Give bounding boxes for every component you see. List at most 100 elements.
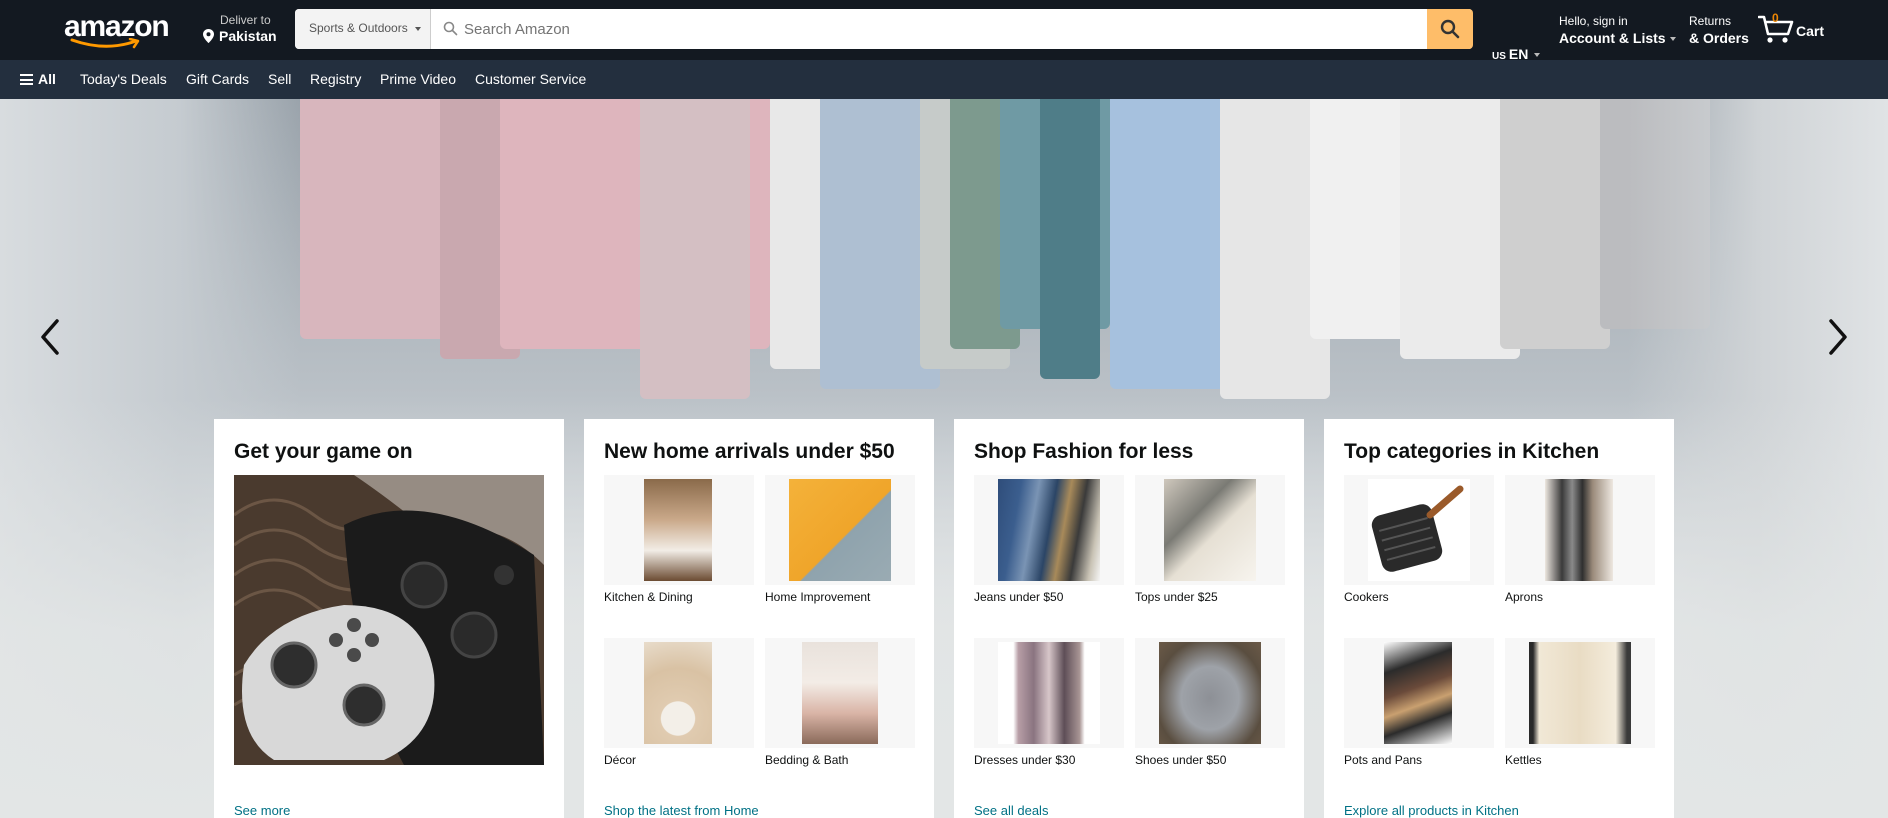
cart-count: 0 bbox=[1772, 11, 1779, 25]
tile-kettles-image bbox=[1505, 638, 1655, 748]
tile-label: Pots and Pans bbox=[1344, 753, 1423, 767]
tile-aprons[interactable]: Aprons bbox=[1505, 475, 1655, 604]
card-title: Get your game on bbox=[234, 440, 413, 463]
game-controller-illustration bbox=[234, 475, 544, 765]
search-category-label: Sports & Outdoors bbox=[309, 21, 408, 35]
nav-gift-cards[interactable]: Gift Cards bbox=[186, 71, 249, 87]
tops-image bbox=[1164, 479, 1256, 581]
orders-label: & Orders bbox=[1689, 30, 1749, 46]
amazon-logo[interactable]: amazon bbox=[62, 10, 170, 50]
apron-image bbox=[1545, 479, 1613, 581]
chevron-down-icon bbox=[1534, 53, 1541, 58]
card-link-shop-home[interactable]: Shop the latest from Home bbox=[604, 803, 759, 818]
search-input[interactable] bbox=[432, 9, 1415, 49]
tile-label: Dresses under $30 bbox=[974, 753, 1076, 767]
tile-label: Home Improvement bbox=[765, 590, 871, 604]
deliver-label: Deliver to bbox=[220, 13, 271, 27]
card-kitchen: Top categories in Kitchen Cookers Aprons… bbox=[1324, 419, 1674, 818]
tile-pots-pans[interactable]: Pots and Pans bbox=[1344, 638, 1494, 767]
nav-sell[interactable]: Sell bbox=[268, 71, 291, 87]
tile-label: Shoes under $50 bbox=[1135, 753, 1227, 767]
knife-set-image bbox=[1384, 642, 1452, 744]
tile-dresses-image bbox=[974, 638, 1124, 748]
returns-label: Returns bbox=[1689, 14, 1732, 28]
tile-dresses[interactable]: Dresses under $30 bbox=[974, 638, 1124, 767]
tile-aprons-image bbox=[1505, 475, 1655, 585]
search-category-dropdown[interactable]: Sports & Outdoors bbox=[295, 9, 431, 49]
card-link-see-all-deals[interactable]: See all deals bbox=[974, 803, 1048, 818]
tile-pots-pans-image bbox=[1344, 638, 1494, 748]
tile-label: Tops under $25 bbox=[1135, 590, 1218, 604]
tile-bedding-bath[interactable]: Bedding & Bath bbox=[765, 638, 915, 767]
tile-jeans[interactable]: Jeans under $50 bbox=[974, 475, 1124, 604]
deliver-country: Pakistan bbox=[219, 28, 277, 44]
card-title: New home arrivals under $50 bbox=[604, 440, 895, 463]
tile-kitchen-dining[interactable]: Kitchen & Dining bbox=[604, 475, 754, 604]
dresses-image bbox=[998, 642, 1100, 744]
search-button[interactable] bbox=[1427, 9, 1471, 49]
card-home-arrivals: New home arrivals under $50 Kitchen & Di… bbox=[584, 419, 934, 818]
logo-smile-icon bbox=[70, 38, 140, 49]
tile-home-improvement[interactable]: Home Improvement bbox=[765, 475, 915, 604]
jeans-image bbox=[998, 479, 1100, 581]
card-link-explore-kitchen[interactable]: Explore all products in Kitchen bbox=[1344, 803, 1519, 818]
game-controller-image[interactable] bbox=[234, 475, 544, 765]
chevron-down-icon bbox=[415, 27, 421, 31]
search-icon bbox=[1440, 19, 1460, 39]
tile-label: Bedding & Bath bbox=[765, 753, 849, 767]
tile-cookers-image bbox=[1344, 475, 1494, 585]
tile-cookers[interactable]: Cookers bbox=[1344, 475, 1494, 604]
tile-label: Jeans under $50 bbox=[974, 590, 1064, 604]
account-lists[interactable]: Hello, sign in Account & Lists bbox=[1559, 14, 1676, 46]
tile-jeans-image bbox=[974, 475, 1124, 585]
nav-registry[interactable]: Registry bbox=[310, 71, 361, 87]
tile-decor-image bbox=[604, 638, 754, 748]
card-fashion: Shop Fashion for less Jeans under $50 To… bbox=[954, 419, 1304, 818]
cart-button[interactable]: 0 Cart bbox=[1758, 10, 1838, 50]
tile-shoes-image bbox=[1135, 638, 1285, 748]
chevron-left-icon bbox=[41, 319, 59, 355]
chevron-right-icon bbox=[1829, 319, 1847, 355]
hamburger-icon bbox=[20, 74, 33, 85]
carousel-prev-button[interactable] bbox=[30, 307, 70, 367]
secondary-nav-bar: All Today's Deals Gift Cards Sell Regist… bbox=[0, 60, 1888, 99]
tile-label: Décor bbox=[604, 753, 637, 767]
tile-label: Kettles bbox=[1505, 753, 1542, 767]
account-lists-row: Account & Lists bbox=[1559, 30, 1676, 46]
carousel-next-button[interactable] bbox=[1818, 307, 1858, 367]
shoes-image bbox=[1159, 642, 1261, 744]
top-nav-bar: amazon Deliver to Pakistan Sports & Outd… bbox=[0, 0, 1888, 62]
tile-shoes[interactable]: Shoes under $50 bbox=[1135, 638, 1285, 767]
kettle-image bbox=[1529, 642, 1631, 744]
nav-todays-deals[interactable]: Today's Deals bbox=[80, 71, 167, 87]
chevron-down-icon bbox=[1669, 37, 1676, 42]
cart-label: Cart bbox=[1796, 23, 1825, 39]
tile-home-improvement-image bbox=[765, 475, 915, 585]
tile-tops[interactable]: Tops under $25 bbox=[1135, 475, 1285, 604]
tile-kettles[interactable]: Kettles bbox=[1505, 638, 1655, 767]
tile-decor[interactable]: Décor bbox=[604, 638, 754, 767]
tile-label: Kitchen & Dining bbox=[604, 590, 693, 604]
card-link-see-more[interactable]: See more bbox=[234, 803, 290, 818]
decor-vase-image bbox=[644, 642, 712, 744]
card-game: Get your game on See more bbox=[214, 419, 564, 818]
tile-label: Aprons bbox=[1505, 590, 1544, 604]
paint-roller-image bbox=[789, 479, 891, 581]
card-title: Shop Fashion for less bbox=[974, 440, 1194, 463]
sign-in-greeting: Hello, sign in bbox=[1559, 14, 1628, 28]
bedding-image bbox=[802, 642, 878, 744]
returns-orders[interactable]: Returns & Orders bbox=[1689, 14, 1749, 46]
kitchen-image bbox=[644, 479, 712, 581]
search-bar: Sports & Outdoors bbox=[295, 9, 1473, 49]
tile-label: Cookers bbox=[1344, 590, 1389, 604]
tile-bedding-bath-image bbox=[765, 638, 915, 748]
grill-pan-image bbox=[1368, 479, 1470, 581]
tile-kitchen-dining-image bbox=[604, 475, 754, 585]
nav-prime-video[interactable]: Prime Video bbox=[380, 71, 456, 87]
nav-customer-service[interactable]: Customer Service bbox=[475, 71, 586, 87]
all-menu-label: All bbox=[38, 71, 56, 87]
tile-tops-image bbox=[1135, 475, 1285, 585]
card-title: Top categories in Kitchen bbox=[1344, 440, 1600, 463]
account-lists-label: Account & Lists bbox=[1559, 30, 1666, 46]
all-menu-button[interactable]: All bbox=[20, 71, 56, 87]
